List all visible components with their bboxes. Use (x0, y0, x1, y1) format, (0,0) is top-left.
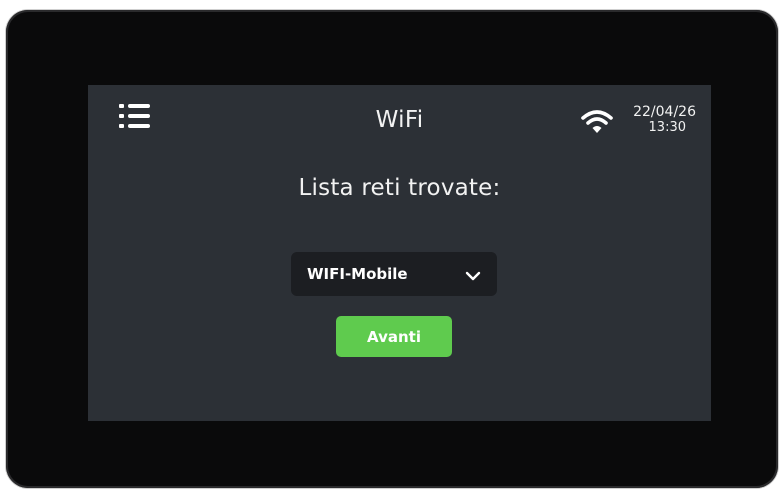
next-button[interactable]: Avanti (336, 316, 452, 357)
wifi-signal-icon (580, 107, 614, 135)
selected-network: WIFI-Mobile (307, 265, 408, 283)
date-label: 22/04/26 (633, 104, 696, 120)
device-frame: WiFi 22/04/26 13:30 Lista reti trovate: … (6, 10, 778, 488)
networks-found-heading: Lista reti trovate: (298, 175, 501, 201)
date-time-display: 22/04/26 13:30 (620, 104, 696, 136)
network-select[interactable]: WIFI-Mobile (291, 252, 497, 296)
touch-screen: WiFi 22/04/26 13:30 Lista reti trovate: … (88, 85, 711, 421)
page-title: WiFi (375, 107, 424, 133)
chevron-down-icon (465, 267, 481, 281)
time-label: 13:30 (648, 120, 686, 135)
